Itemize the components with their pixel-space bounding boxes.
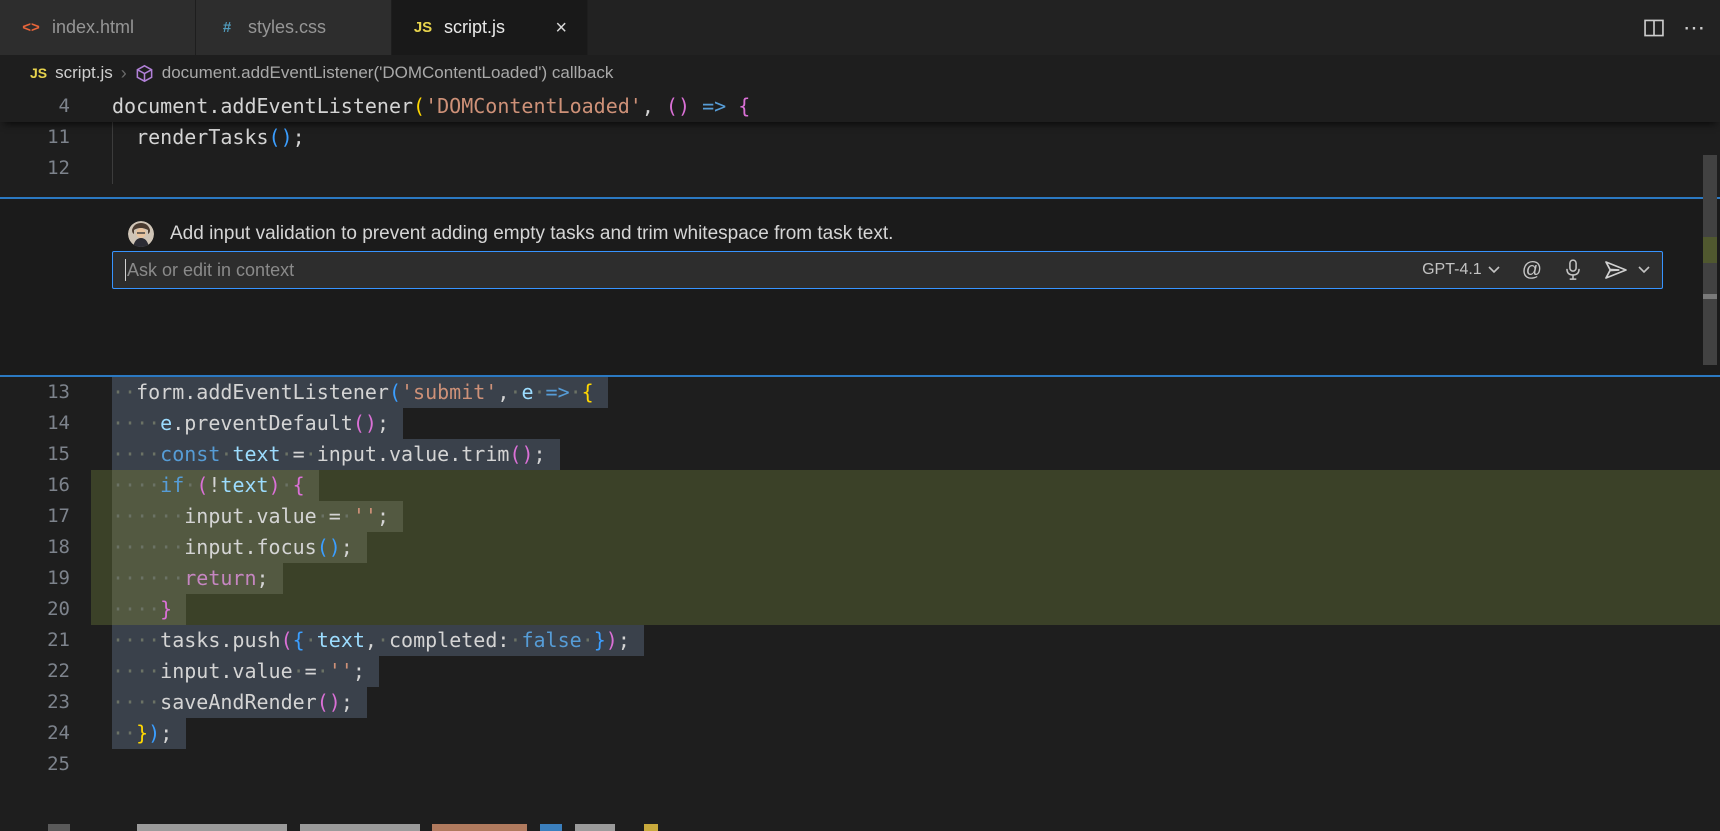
code-text: ····if·(!text)·{ [112, 470, 319, 501]
code-text: ··form.addEventListener('submit',·e·=>·{ [112, 377, 608, 408]
line-number: 22 [0, 656, 70, 687]
tab-script.js[interactable]: JS script.js × [392, 0, 588, 55]
mic-icon[interactable] [1564, 259, 1582, 281]
code-line-19[interactable]: 19 ······return; [0, 563, 1720, 594]
more-actions-icon[interactable]: ⋯ [1683, 15, 1706, 41]
css-file-icon: # [216, 19, 238, 36]
line-number: 25 [0, 749, 70, 780]
model-dropdown-chevron [1488, 266, 1500, 274]
breadcrumb[interactable]: JS script.js › document.addEventListener… [0, 55, 1720, 91]
chat-widget-bottom-border [0, 375, 1720, 377]
inline-chat-widget: Add input validation to prevent adding e… [0, 199, 1720, 375]
code-line-18[interactable]: 18 ······input.focus(); [0, 532, 1720, 563]
chat-input[interactable]: Ask or edit in context GPT-4.1 @ [112, 251, 1663, 289]
code-text: ····} [112, 594, 186, 625]
line-number: 24 [0, 718, 70, 749]
line-number: 21 [0, 625, 70, 656]
chat-widget-top-border [0, 197, 1720, 199]
text-cursor [125, 259, 126, 281]
chat-request-message: Add input validation to prevent adding e… [170, 223, 893, 245]
code-text: ······input.value·=·''; [112, 501, 403, 532]
line-number: 12 [0, 153, 70, 184]
code-line-15[interactable]: 15 ····const·text·=·input.value.trim(); [0, 439, 1720, 470]
line-number: 17 [0, 501, 70, 532]
line-number: 13 [0, 377, 70, 408]
code-text: ······return; [112, 563, 283, 594]
code-text: document.addEventListener('DOMContentLoa… [112, 91, 764, 122]
model-picker[interactable]: GPT-4.1 [1422, 261, 1500, 279]
mention-at-icon[interactable]: @ [1522, 259, 1542, 282]
chat-input-placeholder: Ask or edit in context [127, 260, 1422, 281]
tab-styles.css[interactable]: # styles.css [196, 0, 392, 55]
code-line-14[interactable]: 14 ····e.preventDefault(); [0, 408, 1720, 439]
code-line-21[interactable]: 21 ····tasks.push({·text,·completed:·fals… [0, 625, 1720, 656]
vscode-window: <> index.html # styles.css JS script.js × ⋯ JS… [0, 0, 1720, 831]
partial-code-line [0, 824, 1720, 831]
code-line-24[interactable]: 24 ··}); [0, 718, 1720, 749]
tab-label: styles.css [248, 17, 326, 38]
code-line-17[interactable]: 17 ······input.value·=·''; [0, 501, 1720, 532]
send-icon[interactable] [1604, 260, 1650, 280]
line-number: 16 [0, 470, 70, 501]
code-line-12[interactable]: 12 [0, 153, 1720, 184]
code-text: ····tasks.push({·text,·completed:·false·… [112, 625, 644, 656]
sticky-scroll-line[interactable]: 4 document.addEventListener('DOMContentLo… [0, 91, 1720, 122]
line-number: 23 [0, 687, 70, 718]
line-number: 11 [0, 122, 70, 153]
split-editor-icon[interactable] [1643, 17, 1665, 39]
editor-code-area[interactable]: 13 ··form.addEventListener('submit',·e·=>… [0, 377, 1720, 780]
editor-tab-bar: <> index.html # styles.css JS script.js × ⋯ [0, 0, 1720, 55]
breadcrumb-file[interactable]: script.js [55, 63, 113, 83]
breadcrumb-symbol[interactable]: document.addEventListener('DOMContentLoa… [162, 63, 614, 83]
code-line-16[interactable]: 16 ····if·(!text)·{ [0, 470, 1720, 501]
line-number: 19 [0, 563, 70, 594]
send-dropdown-chevron [1638, 266, 1650, 274]
code-text: ····e.preventDefault(); [112, 408, 403, 439]
code-text: ····saveAndRender(); [112, 687, 367, 718]
code-line-22[interactable]: 22 ····input.value·=·''; [0, 656, 1720, 687]
code-line-25[interactable]: 25 [0, 749, 1720, 780]
js-file-icon: JS [412, 19, 434, 36]
line-number: 20 [0, 594, 70, 625]
code-line-11[interactable]: 11 renderTasks(); [0, 122, 1720, 153]
code-text: ······input.focus(); [112, 532, 367, 563]
user-avatar [128, 221, 154, 247]
editor-top-lines: 11 renderTasks();12 [0, 122, 1720, 184]
line-number: 18 [0, 532, 70, 563]
line-number: 14 [0, 408, 70, 439]
js-file-icon: JS [30, 65, 47, 81]
code-text: ··}); [112, 718, 186, 749]
indent-guide [112, 122, 113, 153]
code-text: renderTasks(); [112, 122, 319, 153]
code-text: ····const·text·=·input.value.trim(); [112, 439, 560, 470]
tab-index.html[interactable]: <> index.html [0, 0, 196, 55]
code-text: ····input.value·=·''; [112, 656, 379, 687]
breadcrumb-separator: › [121, 63, 127, 84]
tab-label: index.html [52, 17, 134, 38]
line-number: 15 [0, 439, 70, 470]
code-line-20[interactable]: 20 ····} [0, 594, 1720, 625]
tab-label: script.js [444, 17, 505, 38]
indent-guide [112, 153, 113, 184]
code-line-23[interactable]: 23 ····saveAndRender(); [0, 687, 1720, 718]
html-file-icon: <> [20, 19, 42, 36]
line-number: 4 [0, 91, 70, 122]
model-label: GPT-4.1 [1422, 261, 1482, 279]
code-line-13[interactable]: 13 ··form.addEventListener('submit',·e·=>… [0, 377, 1720, 408]
close-tab-icon[interactable]: × [551, 16, 571, 40]
symbol-cube-icon [135, 64, 154, 83]
